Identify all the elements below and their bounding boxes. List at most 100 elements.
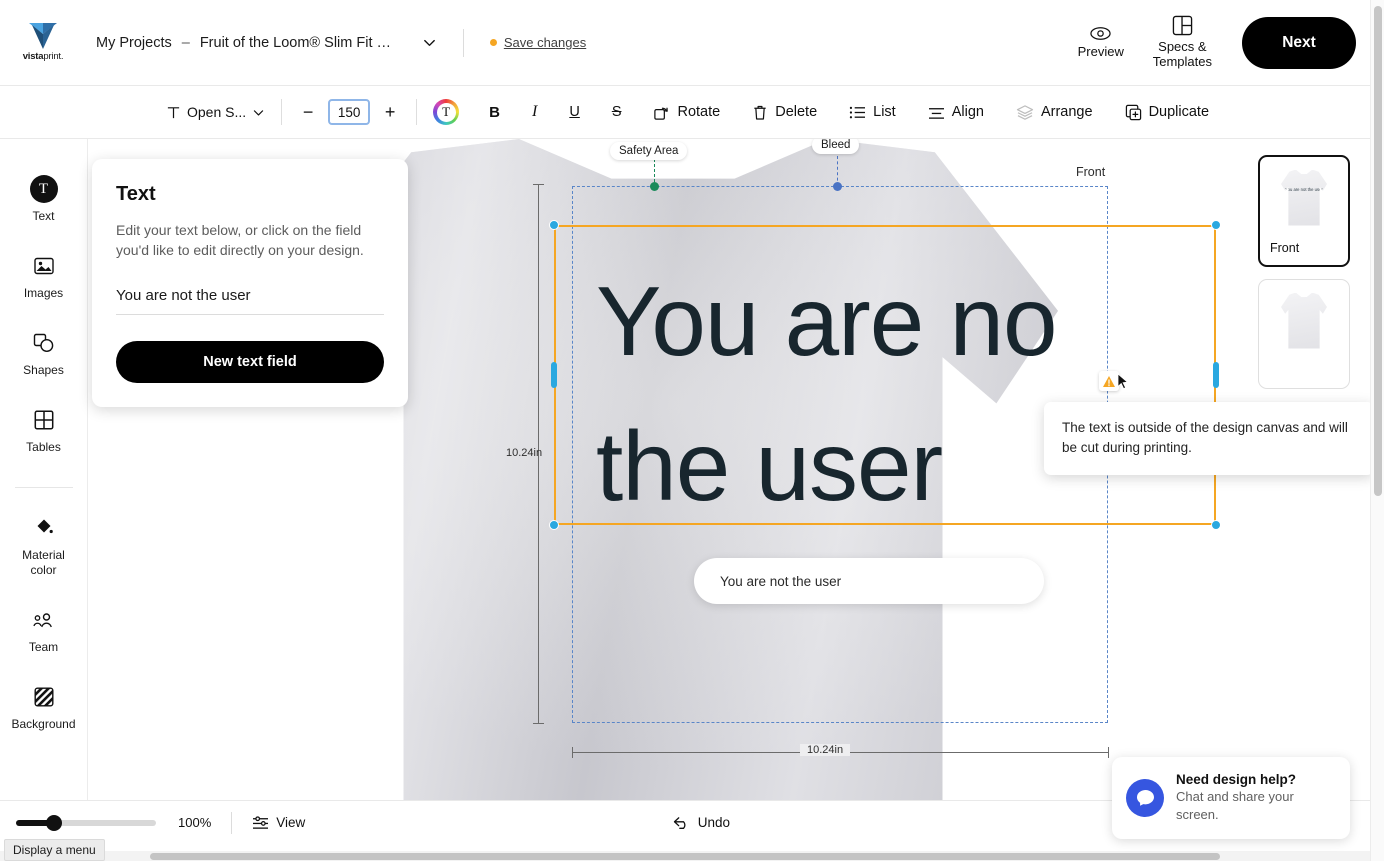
resize-handle-top-left[interactable]	[549, 220, 559, 230]
view-button[interactable]: View	[252, 815, 305, 830]
layout-grid-icon	[1172, 15, 1193, 36]
undo-button[interactable]: Undo	[673, 815, 730, 830]
text-color-icon: T	[437, 103, 456, 122]
sidebar-item-shapes[interactable]: Shapes	[0, 329, 88, 378]
warning-badge-button[interactable]	[1099, 371, 1119, 391]
font-family-name: Open S...	[187, 104, 246, 120]
vertical-scrollbar-thumb[interactable]	[1374, 6, 1382, 496]
strikethrough-button[interactable]: S	[610, 100, 624, 124]
sidebar-divider	[15, 487, 73, 488]
thumbnail-back-label	[1259, 355, 1349, 388]
safety-area-callout-dot	[650, 182, 659, 191]
sidebar-item-material-color[interactable]: Materialcolor	[0, 514, 88, 578]
save-changes-label: Save changes	[504, 35, 586, 50]
rotate-icon	[653, 104, 670, 121]
resize-handle-bottom-right[interactable]	[1211, 520, 1221, 530]
zoom-slider[interactable]	[16, 820, 156, 826]
undo-label: Undo	[698, 815, 730, 830]
thumbnail-front[interactable]: You are not the user Front	[1258, 155, 1350, 267]
font-family-selector[interactable]: Open S...	[166, 104, 265, 120]
text-panel-description: Edit your text below, or click on the fi…	[116, 220, 384, 261]
page-thumbnails-panel: You are not the user Front	[1258, 155, 1350, 401]
view-label: View	[276, 815, 305, 830]
next-button[interactable]: Next	[1242, 17, 1356, 69]
app-root: vistaprint. My Projects – Fruit of the L…	[0, 0, 1384, 861]
paint-bucket-icon	[30, 514, 58, 542]
chevron-down-icon	[252, 106, 265, 119]
view-settings-icon	[252, 815, 269, 830]
save-changes-button[interactable]: Save changes	[490, 35, 586, 50]
selection-edge-top	[554, 225, 1216, 227]
design-help-chat-widget[interactable]: Need design help? Chat and share your sc…	[1112, 757, 1350, 839]
layers-icon	[1016, 104, 1034, 120]
font-size-increase-button[interactable]: +	[380, 102, 400, 122]
zoom-slider-knob[interactable]	[46, 815, 62, 831]
safety-area-label: Safety Area	[610, 142, 687, 160]
text-toolbar: Open S... − + T B I U S R	[0, 86, 1370, 139]
bleed-label: Bleed	[812, 139, 859, 154]
duplicate-button[interactable]: Duplicate	[1123, 100, 1211, 125]
chat-text-block: Need design help? Chat and share your sc…	[1176, 772, 1336, 824]
font-size-stepper: − +	[298, 99, 400, 125]
mini-tshirt-icon: You are not the user	[1281, 170, 1327, 226]
align-button[interactable]: Align	[926, 100, 986, 124]
list-icon	[849, 105, 866, 120]
arrange-label: Arrange	[1041, 104, 1093, 120]
specs-templates-button[interactable]: Specs &Templates	[1141, 11, 1224, 74]
vistaprint-wordmark: vistaprint.	[23, 51, 64, 62]
thumbnail-back[interactable]	[1258, 279, 1350, 389]
breadcrumb-project-title[interactable]: Fruit of the Loom® Slim Fit Wo...	[200, 35, 400, 51]
resize-handle-top-right[interactable]	[1211, 220, 1221, 230]
eye-icon	[1090, 26, 1111, 41]
delete-button[interactable]: Delete	[750, 100, 819, 125]
horizontal-scrollbar-thumb[interactable]	[150, 853, 1220, 860]
breadcrumb-separator: –	[182, 35, 190, 51]
strikethrough-label: S	[612, 104, 622, 120]
sidebar-item-text[interactable]: T Text	[0, 175, 88, 224]
tools-sidebar: T Text Images Shapes	[0, 139, 88, 800]
vertical-scrollbar[interactable]	[1370, 0, 1384, 861]
vistaprint-logo[interactable]: vistaprint.	[2, 23, 84, 62]
horizontal-scrollbar[interactable]	[0, 851, 1370, 861]
bleed-callout-dot	[833, 182, 842, 191]
canvas-side-label: Front	[1076, 165, 1105, 179]
shapes-icon	[30, 329, 58, 357]
chevron-down-icon[interactable]	[422, 35, 437, 50]
sidebar-item-tables[interactable]: Tables	[0, 406, 88, 455]
header-divider	[463, 29, 464, 57]
arrange-button[interactable]: Arrange	[1014, 100, 1095, 124]
sidebar-label-images: Images	[24, 286, 63, 301]
text-color-button[interactable]: T	[433, 99, 459, 125]
breadcrumb: My Projects – Fruit of the Loom® Slim Fi…	[96, 29, 586, 57]
text-content-input[interactable]	[116, 287, 384, 315]
new-text-field-button[interactable]: New text field	[116, 341, 384, 383]
rotate-button[interactable]: Rotate	[651, 100, 722, 125]
inline-text-editor[interactable]: You are not the user	[694, 558, 1044, 604]
zoom-percentage-label: 100%	[178, 815, 211, 830]
breadcrumb-my-projects[interactable]: My Projects	[96, 35, 172, 51]
underline-button[interactable]: U	[567, 100, 581, 124]
font-icon	[166, 105, 181, 120]
font-size-decrease-button[interactable]: −	[298, 102, 318, 122]
resize-handle-bottom-left[interactable]	[549, 520, 559, 530]
sidebar-label-background: Background	[11, 717, 75, 732]
mini-design-text: You are not the user	[1281, 187, 1327, 193]
preview-button[interactable]: Preview	[1061, 22, 1141, 64]
italic-button[interactable]: I	[530, 99, 539, 125]
font-size-input[interactable]	[328, 99, 370, 125]
resize-handle-middle-left[interactable]	[551, 362, 557, 388]
chat-subtitle: Chat and share your screen.	[1176, 788, 1336, 824]
thumbnail-back-image	[1267, 286, 1341, 355]
bold-button[interactable]: B	[487, 100, 502, 125]
background-icon	[30, 683, 58, 711]
sidebar-label-team: Team	[29, 640, 58, 655]
thumbnail-front-image: You are not the user	[1268, 163, 1340, 232]
list-button[interactable]: List	[847, 100, 898, 124]
status-tooltip: Display a menu	[4, 839, 105, 861]
sidebar-item-team[interactable]: Team	[0, 606, 88, 655]
resize-handle-middle-right[interactable]	[1213, 362, 1219, 388]
rotate-label: Rotate	[677, 104, 720, 120]
sidebar-item-background[interactable]: Background	[0, 683, 88, 732]
vistaprint-logo-icon	[29, 23, 57, 49]
sidebar-item-images[interactable]: Images	[0, 252, 88, 301]
